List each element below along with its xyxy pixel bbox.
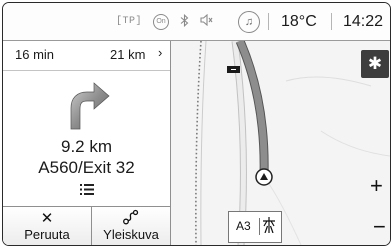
status-icons: [TP] On <box>116 3 213 40</box>
infotainment-screen: [TP] On ♫ 18°C 14:22 16 min 21 km › 9.2 … <box>2 2 391 246</box>
map-view[interactable]: ✱ + − A3 <box>171 41 390 245</box>
maneuver-distance: 9.2 km <box>60 137 113 156</box>
zoom-in-button[interactable]: + <box>370 173 383 199</box>
on-indicator: On <box>153 13 170 30</box>
route-overview-icon <box>92 209 170 229</box>
zoom-out-button[interactable]: − <box>373 214 386 240</box>
gear-icon[interactable]: ✱ <box>361 50 389 78</box>
overview-label: Yleiskuva <box>103 227 159 242</box>
current-road-label: A3 <box>236 219 251 233</box>
guidance-panel: 16 min 21 km › 9.2 km A560/Exit 32 ✕ Per… <box>3 41 171 245</box>
remaining-time: 16 min <box>15 47 55 62</box>
remaining-distance: 21 km <box>110 47 146 62</box>
route-summary[interactable]: 16 min 21 km › <box>3 41 170 71</box>
cancel-label: Peruuta <box>24 227 70 242</box>
overview-button[interactable]: Yleiskuva <box>92 207 170 245</box>
current-road-indicator: A3 <box>228 211 282 243</box>
music-note-icon[interactable]: ♫ <box>238 11 260 33</box>
traffic-program-indicator: [TP] <box>116 16 143 27</box>
status-bar: [TP] On ♫ 18°C 14:22 <box>3 3 390 41</box>
status-divider <box>331 13 332 30</box>
clock: 14:22 <box>343 13 384 30</box>
chevron-right-icon: › <box>158 45 163 60</box>
maneuver-road: A560/Exit 32 <box>38 158 135 177</box>
bluetooth-icon <box>180 13 189 30</box>
outside-temperature: 18°C <box>281 13 317 30</box>
list-icon[interactable] <box>80 183 94 198</box>
turn-right-arrow-icon <box>70 82 110 135</box>
speaker-muted-icon <box>200 13 213 29</box>
bottom-buttons: ✕ Peruuta Yleiskuva <box>3 206 170 245</box>
cancel-button[interactable]: ✕ Peruuta <box>3 207 92 245</box>
road-box-divider <box>259 218 260 235</box>
status-divider <box>268 13 269 30</box>
close-icon: ✕ <box>40 210 54 227</box>
